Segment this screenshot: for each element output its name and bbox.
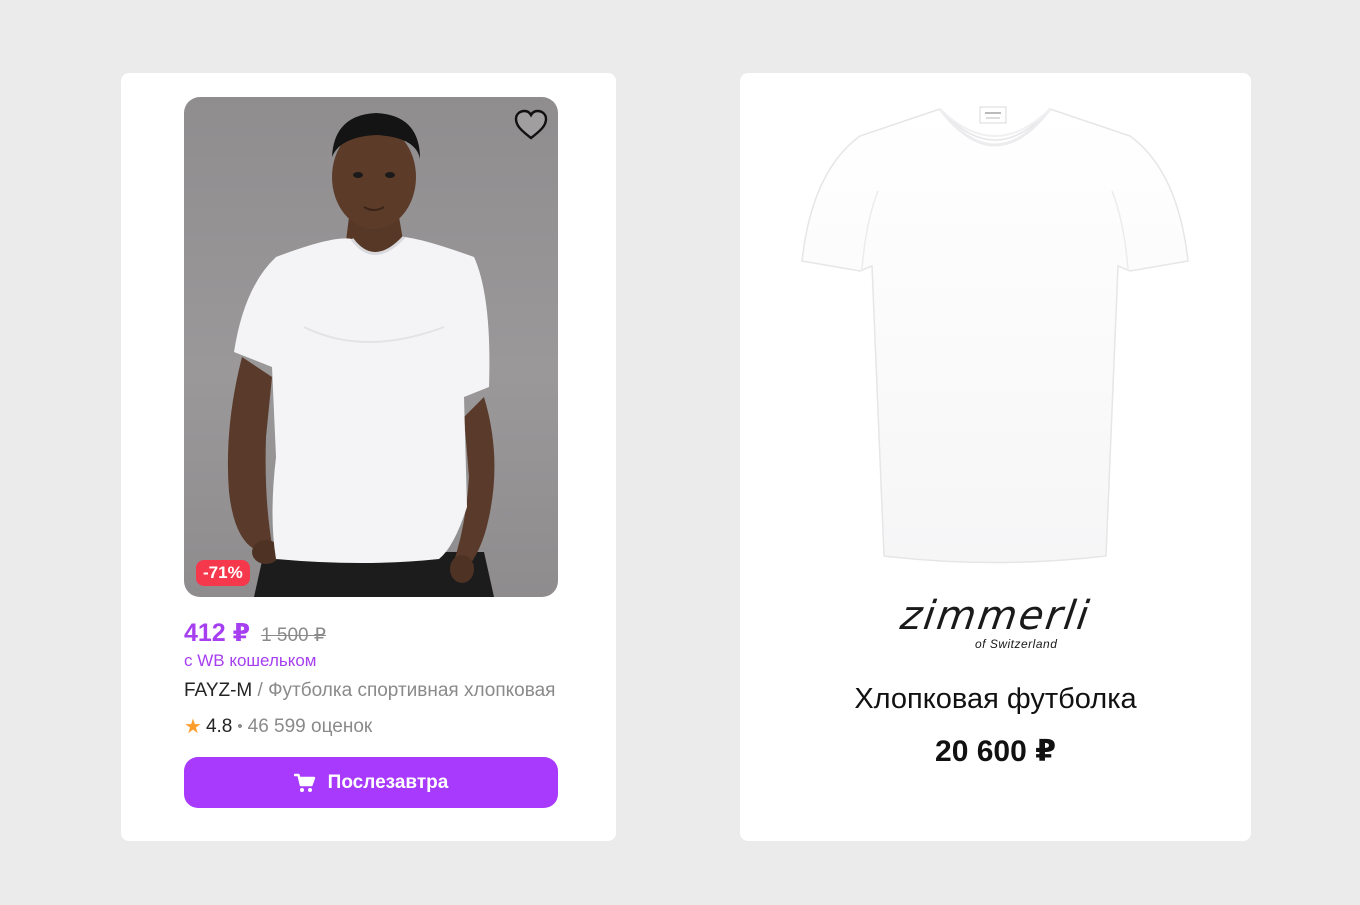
model-photo-illustration <box>227 113 495 597</box>
discount-badge: -71% <box>196 560 250 586</box>
product-title[interactable]: FAYZ-M / Футболка спортивная хлопковая <box>184 680 564 702</box>
old-price: 1 500 ₽ <box>261 625 326 646</box>
reviews-count[interactable]: 46 599 оценок <box>248 716 373 738</box>
add-to-cart-button[interactable]: Послезавтра <box>184 757 558 808</box>
brand-logo-main: zimmerli <box>897 593 1094 639</box>
brand-product-card[interactable]: zimmerli of Switzerland Хлопковая футбол… <box>740 73 1251 841</box>
star-icon: ★ <box>184 716 202 738</box>
product-name: Футболка спортивная хлопковая <box>268 680 556 701</box>
heart-icon <box>514 109 548 140</box>
tshirt-image[interactable] <box>800 101 1190 571</box>
cart-icon <box>293 773 315 792</box>
rating-row: ★ 4.8 • 46 599 оценок <box>184 714 372 739</box>
rating-dot: • <box>237 718 243 735</box>
price-row: 412 ₽ 1 500 ₽ <box>184 618 326 650</box>
buy-button-label: Послезавтра <box>327 771 449 793</box>
marketplace-product-card[interactable]: -71% 412 ₽ 1 500 ₽ с WB кошельком FAYZ-M… <box>121 73 616 841</box>
product-title[interactable]: Хлопковая футболка <box>740 683 1251 716</box>
wallet-price-note: с WB кошельком <box>184 651 317 670</box>
add-to-favorites-button[interactable] <box>514 109 548 141</box>
brand-logo: zimmerli of Switzerland <box>740 593 1251 651</box>
brand-logo-sub: of Switzerland <box>975 637 1058 651</box>
rating-value: 4.8 <box>205 715 233 737</box>
product-price: 20 600 ₽ <box>935 735 1056 768</box>
brand-name: FAYZ-M <box>184 680 253 701</box>
current-price: 412 ₽ <box>184 619 251 647</box>
product-photo[interactable]: -71% <box>184 97 558 597</box>
title-separator: / <box>252 680 269 701</box>
